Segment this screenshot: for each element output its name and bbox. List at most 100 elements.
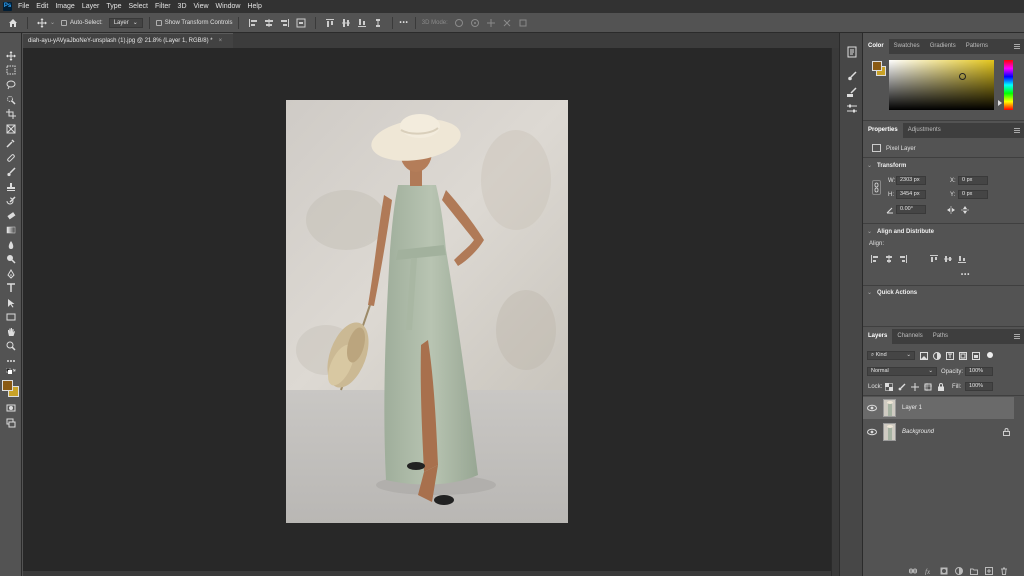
color-picker-cursor[interactable] <box>959 73 966 80</box>
lock-all-icon[interactable] <box>937 383 945 391</box>
menu-layer[interactable]: Layer <box>82 3 100 10</box>
hue-slider[interactable] <box>1004 60 1013 110</box>
eraser-tool-icon[interactable] <box>5 210 17 222</box>
menu-view[interactable]: View <box>194 3 209 10</box>
vertical-scrollbar[interactable] <box>831 48 839 576</box>
align-collapse-icon[interactable]: ⌄ <box>867 228 872 235</box>
x-field[interactable]: 0 px <box>958 176 988 185</box>
y-field[interactable]: 0 px <box>958 190 988 199</box>
align-top-icon[interactable] <box>325 18 335 28</box>
properties-panel-menu-icon[interactable] <box>1014 128 1020 133</box>
new-adjustment-layer-icon[interactable] <box>955 567 963 575</box>
transform-collapse-icon[interactable]: ⌄ <box>867 162 872 169</box>
filter-smart-object-icon[interactable] <box>972 352 980 360</box>
add-mask-icon[interactable] <box>940 567 948 575</box>
tab-gradients[interactable]: Gradients <box>925 39 961 54</box>
layer-row-background[interactable]: Background <box>863 421 1014 443</box>
menu-3d[interactable]: 3D <box>178 3 187 10</box>
flip-vertical-icon[interactable] <box>961 206 969 214</box>
color-field[interactable] <box>889 60 994 110</box>
flip-horizontal-icon[interactable] <box>947 206 955 214</box>
quick-mask-icon[interactable] <box>5 402 17 414</box>
clone-stamp-tool-icon[interactable] <box>5 181 17 193</box>
menu-image[interactable]: Image <box>55 3 74 10</box>
blend-mode-dropdown[interactable]: Normal ⌄ <box>867 367 937 376</box>
healing-brush-tool-icon[interactable] <box>5 152 17 164</box>
tab-channels[interactable]: Channels <box>892 329 927 344</box>
delete-layer-icon[interactable] <box>1000 567 1008 575</box>
menu-edit[interactable]: Edit <box>36 3 48 10</box>
move-tool-preset-icon[interactable] <box>37 17 47 28</box>
lock-transparent-pixels-icon[interactable] <box>885 383 893 391</box>
color-panel-foreground-swatch[interactable] <box>872 61 882 71</box>
align-right-icon[interactable] <box>280 18 290 28</box>
layer-style-icon[interactable]: fx <box>925 567 933 575</box>
new-group-icon[interactable] <box>970 567 978 575</box>
layer-visibility-eye-icon[interactable] <box>867 404 877 412</box>
brush-tool-icon[interactable] <box>5 166 17 178</box>
opacity-field[interactable]: 100% <box>965 367 993 376</box>
horizontal-scrollbar[interactable] <box>23 571 831 576</box>
quick-selection-tool-icon[interactable] <box>5 94 17 106</box>
filter-toggle-icon[interactable] <box>986 351 994 359</box>
lock-artboard-icon[interactable] <box>924 383 932 391</box>
lasso-tool-icon[interactable] <box>5 79 17 91</box>
menu-file[interactable]: File <box>18 3 29 10</box>
height-field[interactable]: 3454 px <box>896 190 926 199</box>
rectangle-tool-icon[interactable] <box>5 311 17 323</box>
pen-tool-icon[interactable] <box>5 268 17 280</box>
align-left-icon[interactable] <box>248 18 258 28</box>
align-vcenter-icon[interactable] <box>341 18 351 28</box>
align-vertical-centers-icon[interactable] <box>944 255 952 263</box>
color-panel-menu-icon[interactable] <box>1014 44 1020 49</box>
tab-paths[interactable]: Paths <box>928 329 953 344</box>
menu-filter[interactable]: Filter <box>155 3 171 10</box>
filter-shape-icon[interactable] <box>959 352 967 360</box>
layers-panel-menu-icon[interactable] <box>1014 334 1020 339</box>
fill-field[interactable]: 100% <box>965 382 993 391</box>
align-top-edges-icon[interactable] <box>930 255 938 263</box>
align-left-edges-icon[interactable] <box>871 255 879 263</box>
crop-tool-icon[interactable] <box>5 108 17 120</box>
align-bottom-icon[interactable] <box>357 18 367 28</box>
quick-actions-collapse-icon[interactable]: ⌄ <box>867 289 872 296</box>
filter-adjustment-icon[interactable] <box>933 352 941 360</box>
more-options-button[interactable]: ••• <box>399 20 408 26</box>
brush-settings-icon[interactable] <box>846 70 858 82</box>
frame-tool-icon[interactable] <box>5 123 17 135</box>
history-brush-tool-icon[interactable] <box>5 195 17 207</box>
menu-help[interactable]: Help <box>247 3 261 10</box>
layer-filter-kind-dropdown[interactable]: ⌕ Kind ⌄ <box>867 351 915 360</box>
tab-adjustments[interactable]: Adjustments <box>903 123 946 138</box>
distribute-icon[interactable] <box>296 18 306 28</box>
tab-color[interactable]: Color <box>863 39 889 54</box>
clone-source-icon[interactable] <box>846 86 858 98</box>
history-panel-icon[interactable] <box>846 46 858 58</box>
lock-image-pixels-icon[interactable] <box>898 383 906 391</box>
type-tool-icon[interactable] <box>5 282 17 294</box>
eyedropper-tool-icon[interactable] <box>5 137 17 149</box>
link-dimensions-icon[interactable] <box>872 180 881 195</box>
auto-select-target-dropdown[interactable]: Layer ⌄ <box>108 17 143 28</box>
align-hcenter-icon[interactable] <box>264 18 274 28</box>
path-selection-tool-icon[interactable] <box>5 297 17 309</box>
new-layer-icon[interactable] <box>985 567 993 575</box>
filter-type-icon[interactable] <box>946 352 954 360</box>
lock-position-icon[interactable] <box>911 383 919 391</box>
tab-swatches[interactable]: Swatches <box>889 39 925 54</box>
tab-patterns[interactable]: Patterns <box>961 39 993 54</box>
distribute-vertical-icon[interactable] <box>373 18 383 28</box>
document-image[interactable] <box>286 100 568 523</box>
marquee-tool-icon[interactable] <box>5 64 17 76</box>
more-tools-icon[interactable] <box>5 355 17 367</box>
menu-type[interactable]: Type <box>106 3 121 10</box>
menu-window[interactable]: Window <box>216 3 241 10</box>
menu-select[interactable]: Select <box>129 3 148 10</box>
align-horizontal-centers-icon[interactable] <box>885 255 893 263</box>
zoom-tool-icon[interactable] <box>5 340 17 352</box>
document-tab[interactable]: diah-ayu-yAVyaJboNeY-unsplash (1).jpg @ … <box>23 33 233 48</box>
layer-row-layer-1[interactable]: Layer 1 <box>863 397 1014 419</box>
link-layers-icon[interactable] <box>909 567 917 575</box>
filter-pixel-icon[interactable] <box>920 352 928 360</box>
layer-visibility-eye-icon[interactable] <box>867 428 877 436</box>
